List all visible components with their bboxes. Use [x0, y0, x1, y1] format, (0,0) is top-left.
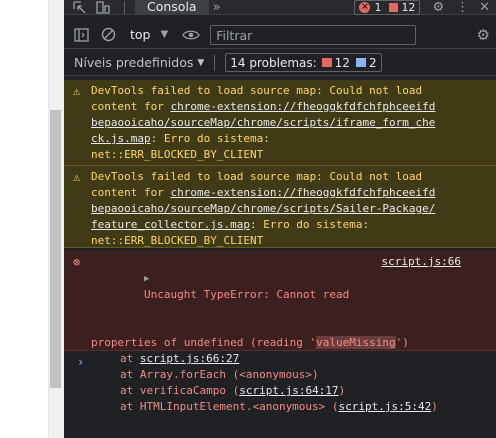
warning-text: DevTools failed to load source map: Coul… [91, 170, 423, 183]
chevron-down-icon: ▼ [160, 29, 169, 40]
source-map-link[interactable]: bepaooicaho/sourceMap/chrome/scripts/Sai… [91, 202, 435, 215]
source-map-link[interactable]: feature_collector.js.map [91, 218, 250, 231]
warning-icon: ⚠ [73, 170, 81, 184]
source-map-link[interactable]: chrome-extension://fheoggkfdfchfphceeifd [170, 186, 435, 199]
context-selector[interactable]: top ▼ [130, 27, 168, 42]
devtools-panel: Consola » × 1 12 ⚙ ⋮ ✕ top ▼ Filtrar ⚙ N… [64, 0, 496, 438]
stack-frame-link[interactable]: script.js:64:17 [239, 384, 338, 397]
context-label: top [130, 27, 151, 42]
inspect-element-icon[interactable] [70, 0, 88, 14]
sidebar-toggle-icon[interactable] [74, 27, 89, 42]
issues-info-count: 2 [368, 55, 377, 70]
source-map-link[interactable]: chrome-extension://fheoggkfdfchfphceeifd [170, 100, 435, 113]
error-circle-icon: ⊗ [73, 255, 81, 269]
error-count-badge[interactable]: × 1 12 [354, 0, 421, 15]
stack-frame-link[interactable]: script.js:66:27 [140, 352, 239, 365]
warning-text: net::ERR_BLOCKED_BY_CLIENT [91, 148, 264, 161]
close-devtools-icon[interactable]: ✕ [479, 0, 490, 15]
levels-divider [214, 54, 216, 71]
warning-icon: ⚠ [73, 84, 81, 98]
console-toolbar: top ▼ Filtrar ⚙ [64, 21, 496, 49]
more-options-icon[interactable]: ⋮ [456, 0, 469, 15]
console-warning-2: ⚠ DevTools failed to load source map: Co… [64, 166, 496, 248]
issues-error-count: 12 [334, 55, 350, 70]
stack-frame-text: ) [431, 400, 438, 413]
expand-triangle-icon[interactable]: ▶ [144, 274, 149, 284]
console-prompt-chevron-icon[interactable]: › [77, 354, 84, 370]
tab-console[interactable]: Consola [135, 0, 209, 15]
live-expression-eye-icon[interactable] [182, 29, 200, 41]
console-settings-gear-icon[interactable]: ⚙ [477, 26, 490, 44]
more-tabs-icon[interactable]: » [213, 0, 221, 15]
issues-label: 14 problemas: [230, 55, 317, 70]
source-map-link[interactable]: ck.js.map [91, 132, 151, 145]
tab-divider [124, 0, 125, 14]
warning-text: content for [91, 186, 171, 199]
error-text: properties of undefined (reading ' [91, 336, 317, 349]
error-text: ') [395, 336, 409, 349]
highlighted-property: valueMissing [316, 336, 396, 349]
error-icon: × [359, 1, 371, 13]
filter-input[interactable]: Filtrar [210, 24, 417, 45]
issue-info-flag-icon [355, 58, 366, 67]
warning-flag-icon [389, 2, 399, 12]
levels-bar: Níveis predefinidos ▼ 14 problemas: 12 2 [64, 50, 496, 76]
log-levels-label: Níveis predefinidos [74, 55, 194, 70]
error-text: Uncaught TypeError: Cannot read [143, 288, 350, 301]
log-levels-dropdown[interactable]: Níveis predefinidos ▼ [74, 55, 204, 70]
console-error: ⊗ ▶ Uncaught TypeError: Cannot read scri… [64, 251, 496, 413]
clear-console-icon[interactable] [101, 27, 116, 42]
warning-text: net::ERR_BLOCKED_BY_CLIENT [91, 234, 264, 247]
warning-text: : Erro do sistema: [249, 218, 370, 231]
chevron-down-icon: ▼ [197, 57, 205, 68]
stack-frame-text: at [120, 352, 140, 365]
page-scrollbar-thumb[interactable] [50, 110, 61, 388]
stack-frame-link[interactable]: script.js:5:42 [339, 400, 432, 413]
console-output: ⚠ DevTools failed to load source map: Co… [64, 77, 496, 438]
console-warning-1: ⚠ DevTools failed to load source map: Co… [64, 80, 496, 166]
issue-error-flag-icon [321, 58, 332, 67]
stack-frame-text: at HTMLInputElement.<anonymous> ( [120, 400, 339, 413]
device-toolbar-icon[interactable] [94, 0, 112, 14]
error-source-link[interactable]: script.js:66 [382, 254, 461, 270]
warning-text: content for [91, 100, 171, 113]
warning-text: : Erro do sistema: [150, 132, 270, 145]
warning-count: 12 [401, 0, 416, 14]
settings-gear-icon[interactable]: ⚙ [432, 0, 444, 15]
error-count: 1 [374, 0, 382, 14]
devtools-tabbar: Consola » × 1 12 ⚙ ⋮ ✕ [64, 0, 496, 15]
stack-frame-text: at verificaCampo ( [120, 384, 240, 397]
stack-frame-text: ) [338, 384, 346, 397]
issues-button[interactable]: 14 problemas: 12 2 [225, 53, 382, 72]
source-map-link[interactable]: bepaooicaho/sourceMap/chrome/scripts/ifr… [91, 116, 435, 129]
warning-text: DevTools failed to load source map: Coul… [91, 84, 423, 97]
stack-frame-text: at Array.forEach (<anonymous>) [120, 368, 319, 381]
